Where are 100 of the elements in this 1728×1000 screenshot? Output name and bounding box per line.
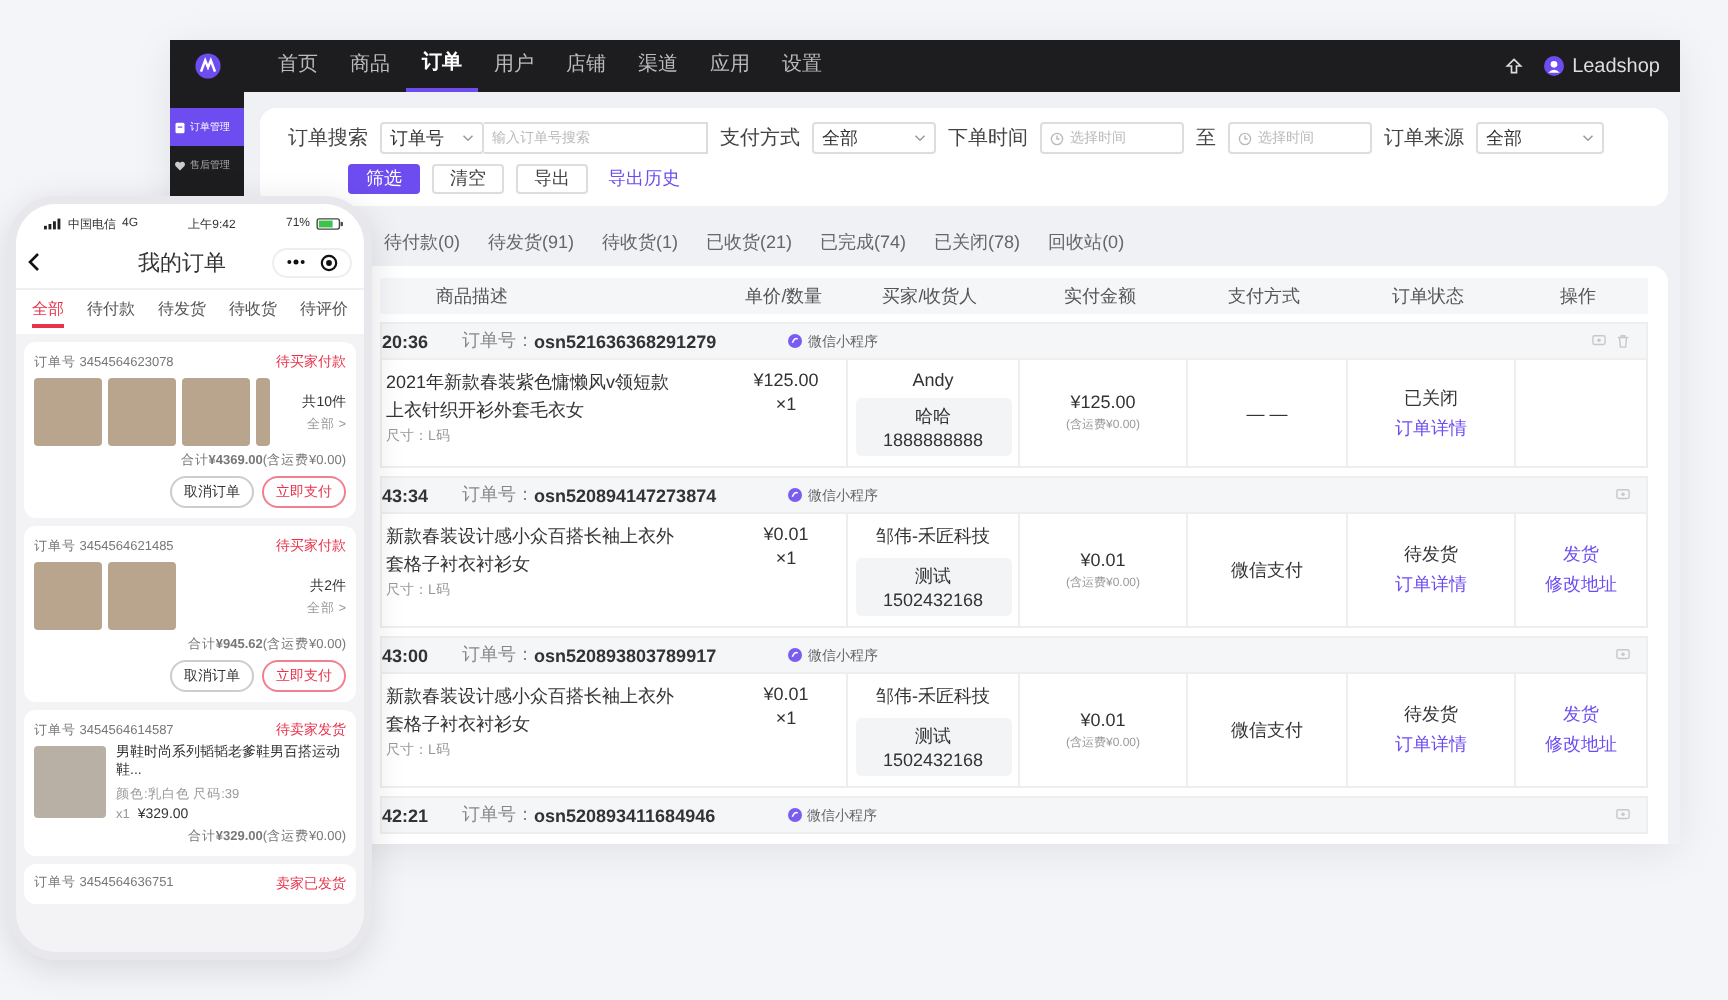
logo-icon [194, 52, 222, 80]
chevron-down-icon [914, 134, 926, 142]
nav-tab[interactable]: 设置 [766, 40, 838, 92]
close-target-icon[interactable] [320, 253, 338, 271]
mini-program-icon [788, 334, 803, 348]
back-icon[interactable] [28, 252, 40, 272]
payment-method: 微信支付 [1231, 557, 1303, 583]
chevron-down-icon [462, 134, 474, 142]
order-time: 20:36 [382, 331, 431, 351]
column-header: 买家/收货人 [880, 283, 980, 309]
order-status: 待发货 [1404, 542, 1458, 568]
buyer-name: 邹伟-禾匠科技 [876, 684, 990, 710]
paid-amount: ¥0.01 [1080, 549, 1126, 569]
nav-tab[interactable]: 订单 [406, 40, 478, 92]
order-tab[interactable]: 待付款 [86, 298, 135, 328]
order-detail-link[interactable]: 订单详情 [1395, 415, 1467, 441]
receiver-phone: 1502432168 [882, 750, 984, 770]
status-tab[interactable]: 已完成(74) [820, 230, 907, 256]
order-tab[interactable]: 待评价 [300, 298, 349, 328]
order-time: 43:00 [382, 645, 431, 665]
more-icon[interactable] [286, 258, 306, 266]
order-number: osn520894147273874 [534, 485, 717, 505]
payment-method: — — [1246, 403, 1288, 423]
payment-select[interactable]: 全部 [812, 122, 936, 154]
order-status: 已关闭 [1404, 385, 1458, 411]
buyer-name: 邹伟-禾匠科技 [876, 524, 990, 550]
order-detail-link[interactable]: 订单详情 [1395, 732, 1467, 758]
order-number-label: 订单号： [462, 802, 534, 828]
quantity: ×1 [775, 394, 797, 414]
status-tab[interactable]: 待发货(91) [488, 230, 575, 256]
nav-tab[interactable]: 应用 [694, 40, 766, 92]
operation-link[interactable]: 发货 [1563, 702, 1599, 728]
product-title-line: 套格子衬衣衬衫女 [386, 712, 530, 738]
product-title-line: 上衣针织开衫外套毛衣女 [386, 398, 584, 424]
filter-label: 支付方式 [720, 125, 800, 152]
quantity: ×1 [775, 548, 797, 568]
clock-icon [1238, 131, 1252, 145]
operation-link[interactable]: 修改地址 [1545, 572, 1617, 598]
order-detail-link[interactable]: 订单详情 [1395, 572, 1467, 598]
date-separator: 至 [1196, 126, 1216, 152]
column-header: 操作 [1558, 283, 1598, 309]
order-tab[interactable]: 全部 [31, 298, 64, 328]
order-status: 待发货 [1404, 702, 1458, 728]
order-tab[interactable]: 待发货 [157, 298, 206, 328]
status-tab[interactable]: 待收货(1) [602, 230, 679, 256]
order-number-label: 订单号： [462, 482, 534, 508]
column-header: 实付金额 [1062, 283, 1138, 309]
filter-button[interactable]: 筛选 [348, 164, 420, 194]
quantity: ×1 [775, 708, 797, 728]
unit-price: ¥125.00 [753, 370, 819, 390]
page-title: 我的订单 [136, 249, 228, 277]
user-name[interactable]: Leadshop [1572, 55, 1660, 77]
product-title-line: 2021年新款春装紫色慵懒风v领短款 [386, 370, 670, 396]
status-tab[interactable]: 已收货(21) [706, 230, 793, 256]
export-history-link[interactable]: 导出历史 [608, 166, 680, 192]
order-number: osn521636368291279 [534, 331, 717, 351]
signal-icon [44, 218, 62, 230]
clock-icon [1050, 131, 1064, 145]
order-number: osn520893411684946 [534, 805, 716, 825]
heart-icon [174, 159, 186, 171]
buyer-name: Andy [912, 370, 954, 390]
order-number: osn520893803789917 [534, 645, 717, 665]
order-number-label: 订单号： [462, 328, 534, 354]
product-title-line: 新款春装设计感小众百搭长袖上衣外 [386, 524, 674, 550]
capsule-menu[interactable] [272, 247, 352, 277]
battery-icon [316, 218, 344, 230]
status-tab[interactable]: 回收站(0) [1048, 230, 1125, 256]
upload-icon[interactable] [1504, 56, 1525, 76]
order-time: 42:21 [382, 805, 431, 825]
search-type-select[interactable]: 订单号 [380, 122, 484, 154]
nav-tab[interactable]: 用户 [478, 40, 550, 92]
filter-label: 下单时间 [948, 125, 1028, 152]
column-header: 单价/数量 [743, 283, 825, 309]
paid-amount: ¥125.00 [1070, 392, 1136, 412]
column-header: 订单状态 [1390, 283, 1466, 309]
unit-price: ¥0.01 [763, 684, 809, 704]
nav-tab[interactable]: 渠道 [622, 40, 694, 92]
receiver-name: 测试 [915, 724, 951, 750]
chevron-down-icon [1582, 134, 1594, 142]
order-time: 43:34 [382, 485, 431, 505]
operation-link[interactable]: 发货 [1563, 542, 1599, 568]
mini-program-icon [787, 808, 802, 822]
action-button[interactable]: 导出 [516, 164, 588, 194]
status-tab[interactable]: 已关闭(78) [934, 230, 1021, 256]
status-tab[interactable]: 待付款(0) [384, 230, 460, 256]
operation-link[interactable]: 修改地址 [1545, 732, 1617, 758]
mini-program-icon [788, 648, 803, 662]
column-header: 商品描述 [434, 283, 510, 309]
order-tab[interactable]: 待收货 [229, 298, 278, 328]
product-title-line: 套格子衬衣衬衫女 [386, 552, 530, 578]
column-header: 支付方式 [1226, 283, 1302, 309]
nav-tab[interactable]: 商品 [334, 40, 406, 92]
nav-tab[interactable]: 首页 [262, 40, 334, 92]
receiver-name: 哈哈 [915, 404, 951, 430]
nav-tab[interactable]: 店铺 [550, 40, 622, 92]
action-button[interactable]: 清空 [432, 164, 504, 194]
mini-program-icon [788, 488, 803, 502]
product-title-line: 新款春装设计感小众百搭长袖上衣外 [386, 684, 674, 710]
source-select[interactable]: 全部 [1476, 122, 1604, 154]
avatar-icon[interactable] [1544, 56, 1565, 76]
